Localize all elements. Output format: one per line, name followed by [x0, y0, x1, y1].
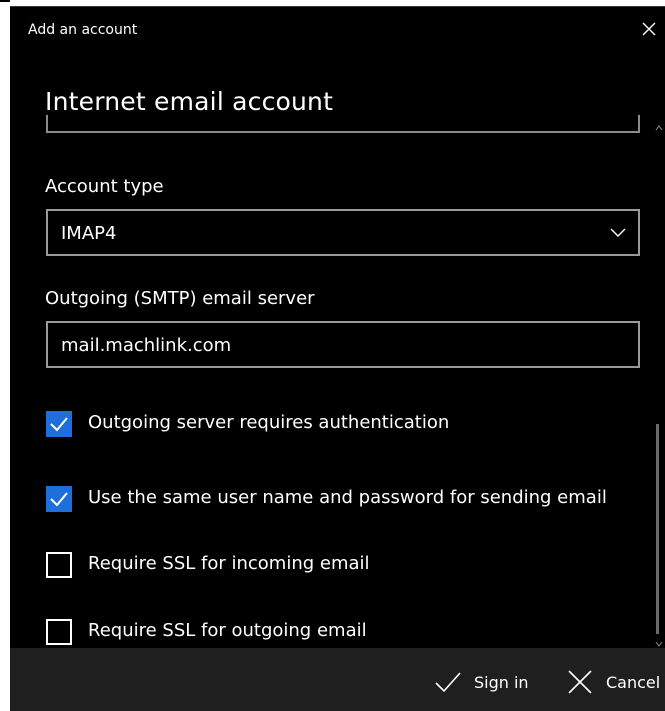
add-account-dialog: Add an account Internet email account Ac… — [10, 6, 665, 711]
checkbox-unchecked[interactable] — [46, 552, 72, 578]
title-bar: Add an account — [10, 7, 665, 53]
account-type-label: Account type — [45, 176, 164, 197]
checkbox-label: Outgoing server requires authentication — [88, 412, 450, 433]
window-top-edge — [0, 0, 665, 4]
page-title: Internet email account — [45, 87, 334, 116]
chevron-down-icon — [610, 228, 626, 237]
smtp-server-input[interactable]: mail.machlink.com — [46, 321, 640, 368]
close-icon — [642, 22, 656, 36]
close-button[interactable] — [641, 21, 659, 39]
x-icon — [568, 670, 592, 694]
dialog-title: Add an account — [28, 22, 138, 38]
sign-in-label: Sign in — [474, 673, 529, 692]
checkbox-checked[interactable] — [46, 411, 72, 437]
dialog-footer: Sign in Cancel — [10, 648, 665, 711]
checkbox-checked[interactable] — [46, 486, 72, 512]
scroll-down-icon[interactable] — [655, 640, 663, 648]
check-icon — [50, 417, 68, 432]
checkbox-unchecked[interactable] — [46, 619, 72, 645]
smtp-server-label: Outgoing (SMTP) email server — [45, 288, 315, 309]
previous-field-edge[interactable] — [46, 115, 640, 133]
smtp-server-value: mail.machlink.com — [61, 335, 232, 356]
checkmark-icon — [435, 672, 461, 693]
top-accent — [0, 0, 10, 2]
account-type-value: IMAP4 — [61, 223, 117, 244]
check-icon — [50, 492, 68, 507]
account-type-select[interactable]: IMAP4 — [46, 209, 640, 256]
scrollbar[interactable] — [652, 124, 665, 654]
checkbox-label: Require SSL for outgoing email — [88, 620, 367, 641]
scroll-up-icon[interactable] — [655, 124, 663, 132]
cancel-label: Cancel — [606, 673, 661, 692]
checkbox-label: Use the same user name and password for … — [88, 487, 607, 508]
checkbox-label: Require SSL for incoming email — [88, 553, 370, 574]
scrollbar-thumb[interactable] — [656, 424, 659, 634]
